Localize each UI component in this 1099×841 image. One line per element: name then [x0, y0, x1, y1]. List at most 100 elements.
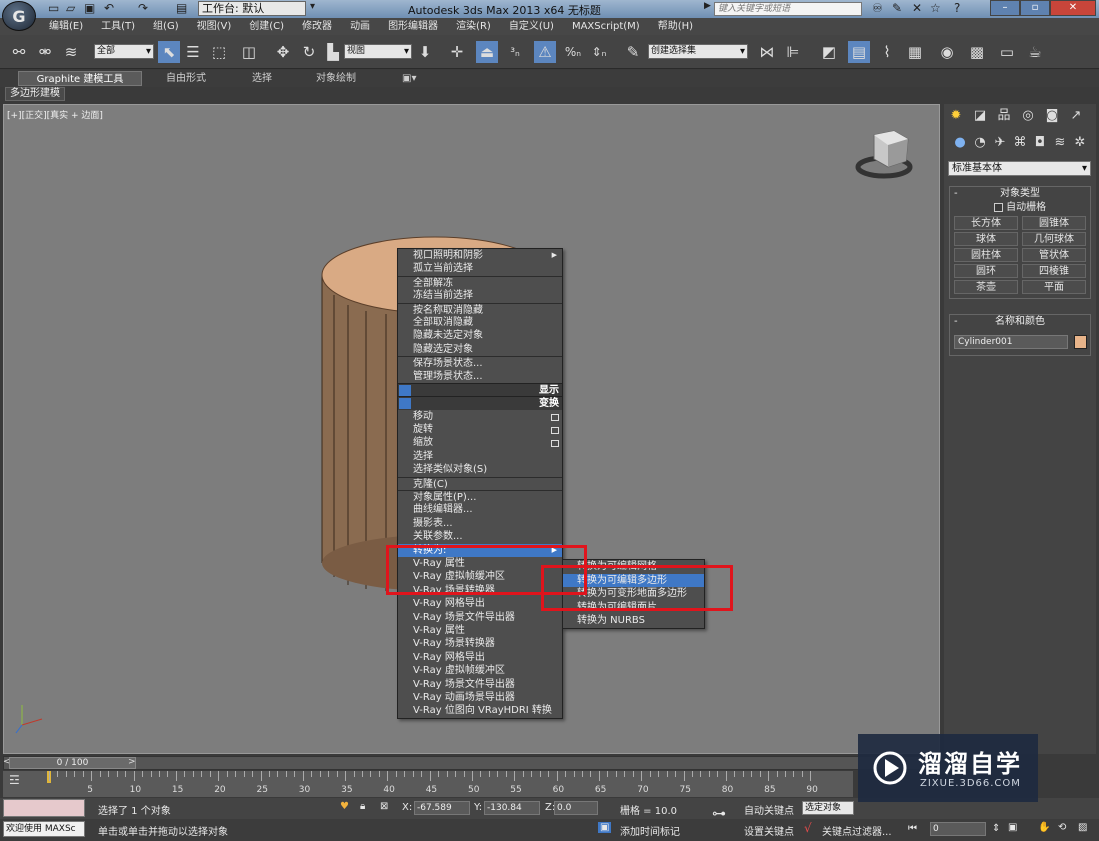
menu-vray-scene-exporter[interactable]: V-Ray 场景文件导出器	[398, 611, 562, 624]
tab-selection[interactable]: 选择	[246, 71, 278, 86]
manipulate-icon[interactable]: ✛	[446, 41, 468, 63]
maxscript-welcome[interactable]: 欢迎使用 MAXSc	[3, 821, 85, 837]
menu-isolate-selection[interactable]: 孤立当前选择	[398, 262, 562, 275]
material-editor-icon[interactable]: ◉	[936, 41, 958, 63]
open-file-icon[interactable]: ▱	[66, 1, 75, 16]
teapot-button[interactable]: 茶壶	[954, 280, 1018, 294]
curve-editor-icon[interactable]: ⌇	[876, 41, 898, 63]
menu-vray-animation-exporter[interactable]: V-Ray 动画场景导出器	[398, 691, 562, 704]
utilities-tab-icon[interactable]: ↗	[1066, 107, 1086, 125]
helpers-icon[interactable]: ◘	[1030, 134, 1050, 152]
mirror-icon[interactable]: ⋈	[756, 41, 778, 63]
minimize-button[interactable]: –	[990, 0, 1020, 16]
workspace-select[interactable]: 工作台: 默认	[198, 1, 306, 16]
select-object-icon[interactable]: ⬉	[158, 41, 180, 63]
menu-tools[interactable]: 工具(T)	[92, 18, 144, 35]
tab-polygon-modeling[interactable]: 多边形建模	[5, 87, 65, 101]
motion-tab-icon[interactable]: ◎	[1018, 107, 1038, 125]
menu-unhide-all[interactable]: 全部取消隐藏	[398, 316, 562, 329]
menu-dope-sheet[interactable]: 摄影表...	[398, 517, 562, 530]
geosphere-button[interactable]: 几何球体	[1022, 232, 1086, 246]
viewcube-icon[interactable]	[855, 130, 913, 179]
window-crossing-icon[interactable]: ◫	[238, 41, 260, 63]
menu-manage-scene-states[interactable]: 管理场景状态...	[398, 370, 562, 383]
selection-lock-icon[interactable]: 🔒︎	[360, 801, 365, 812]
pyramid-button[interactable]: 四棱锥	[1022, 264, 1086, 278]
tube-button[interactable]: 管状体	[1022, 248, 1086, 262]
tab-freeform[interactable]: 自由形式	[160, 71, 212, 86]
menu-unhide-by-name[interactable]: 按名称取消隐藏	[398, 302, 562, 316]
create-tab-icon[interactable]: ✹	[946, 107, 966, 125]
keyboard-shortcut-override-icon[interactable]: ⏏	[476, 41, 498, 63]
maximize-button[interactable]: ▫	[1020, 0, 1050, 16]
selection-filter-select[interactable]: 全部	[94, 44, 154, 59]
subscription-icon[interactable]: ✕	[912, 1, 922, 16]
menu-modifiers[interactable]: 修改器	[293, 18, 341, 35]
redo-icon[interactable]: ↷	[138, 1, 148, 16]
menu-viewport-lighting[interactable]: 视口照明和阴影	[398, 249, 562, 263]
binoculars-icon[interactable]: ♾	[872, 1, 883, 16]
percent-snap-icon[interactable]: %ₙ	[562, 41, 584, 63]
primitive-category-select[interactable]: 标准基本体 ▾	[948, 161, 1091, 176]
time-config-icon[interactable]: ⇕	[992, 823, 1000, 834]
cameras-icon[interactable]: ⌘	[1010, 134, 1030, 152]
menu-vray-properties-2[interactable]: V-Ray 属性	[398, 624, 562, 637]
pan-view-icon[interactable]: ✋	[1038, 822, 1050, 833]
name-color-title[interactable]: 名称和颜色	[950, 315, 1090, 329]
menu-hide-selection[interactable]: 隐藏选定对象	[398, 343, 562, 356]
time-slider[interactable]: < 0 / 100 >	[3, 756, 940, 770]
current-frame-field[interactable]: 0	[930, 822, 986, 836]
scale-icon[interactable]: ▙	[322, 41, 344, 63]
menu-hide-unselected[interactable]: 隐藏未选定对象	[398, 329, 562, 342]
angle-snap-icon[interactable]: ⚠	[534, 41, 556, 63]
object-color-swatch[interactable]	[1074, 335, 1087, 349]
maxscript-listener-mini[interactable]	[3, 799, 85, 817]
key-mode-select[interactable]: 选定对象	[802, 801, 854, 815]
schematic-view-icon[interactable]: ▦	[904, 41, 926, 63]
menu-group[interactable]: 组(G)	[144, 18, 188, 35]
space-warps-icon[interactable]: ≋	[1050, 134, 1070, 152]
menu-rotate[interactable]: 旋转	[398, 423, 562, 436]
favorites-icon[interactable]: ☆	[930, 1, 941, 16]
rotate-icon[interactable]: ↻	[298, 41, 320, 63]
menu-object-properties[interactable]: 对象属性(P)...	[398, 490, 562, 503]
menu-rendering[interactable]: 渲染(R)	[447, 18, 500, 35]
auto-key-button[interactable]: 自动关键点	[744, 802, 794, 817]
maximize-viewport-icon[interactable]: ▨	[1078, 822, 1087, 833]
rectangular-selection-icon[interactable]: ⬚	[208, 41, 230, 63]
named-selection-set-select[interactable]: 创建选择集	[648, 44, 748, 59]
time-tag-icon[interactable]: ▣	[598, 822, 612, 833]
plane-button[interactable]: 平面	[1022, 280, 1086, 294]
save-icon[interactable]: ▣	[84, 1, 95, 16]
edit-named-selection-icon[interactable]: ✎	[622, 41, 644, 63]
menu-vray-vfb-2[interactable]: V-Ray 虚拟帧缓冲区	[398, 664, 562, 677]
menu-help[interactable]: 帮助(H)	[649, 18, 702, 35]
search-input[interactable]: 键入关键字或短语	[714, 2, 862, 16]
menu-create[interactable]: 创建(C)	[240, 18, 293, 35]
absolute-mode-icon[interactable]: ⊠	[380, 801, 388, 812]
menu-unfreeze-all[interactable]: 全部解冻	[398, 275, 562, 289]
isolate-toggle-icon[interactable]: ♥	[340, 801, 349, 812]
go-to-start-icon[interactable]: ⏮	[908, 823, 917, 834]
cone-button[interactable]: 圆锥体	[1022, 216, 1086, 230]
x-coordinate-field[interactable]: -67.589	[414, 801, 470, 815]
communication-center-icon[interactable]: ✎	[892, 1, 902, 16]
menu-graph-editors[interactable]: 图形编辑器	[379, 18, 447, 35]
add-time-tag-button[interactable]: 添加时间标记	[620, 823, 680, 838]
menu-convert-nurbs[interactable]: 转换为 NURBS	[563, 614, 704, 628]
snaps-toggle-icon[interactable]: ³ₙ	[504, 41, 526, 63]
set-key-button[interactable]: 设置关键点	[744, 823, 794, 838]
menu-clone[interactable]: 克隆(C)	[398, 476, 562, 490]
menu-wire-parameters[interactable]: 关联参数...	[398, 530, 562, 543]
menu-vray-scene-converter-2[interactable]: V-Ray 场景转换器	[398, 637, 562, 650]
render-production-icon[interactable]: ☕	[1024, 41, 1046, 63]
menu-views[interactable]: 视图(V)	[188, 18, 241, 35]
menu-vray-scene-exporter-2[interactable]: V-Ray 场景文件导出器	[398, 678, 562, 691]
time-next-icon[interactable]: >	[128, 757, 136, 767]
menu-vray-mesh-export-2[interactable]: V-Ray 网格导出	[398, 651, 562, 664]
orbit-icon[interactable]: ⟲	[1058, 822, 1066, 833]
layer-manager-icon[interactable]: ◩	[818, 41, 840, 63]
y-coordinate-field[interactable]: -130.84	[484, 801, 540, 815]
menu-vray-bitmap-to-hdri[interactable]: V-Ray 位图向 VRayHDRI 转换	[398, 704, 562, 717]
align-icon[interactable]: ⊫	[782, 41, 804, 63]
